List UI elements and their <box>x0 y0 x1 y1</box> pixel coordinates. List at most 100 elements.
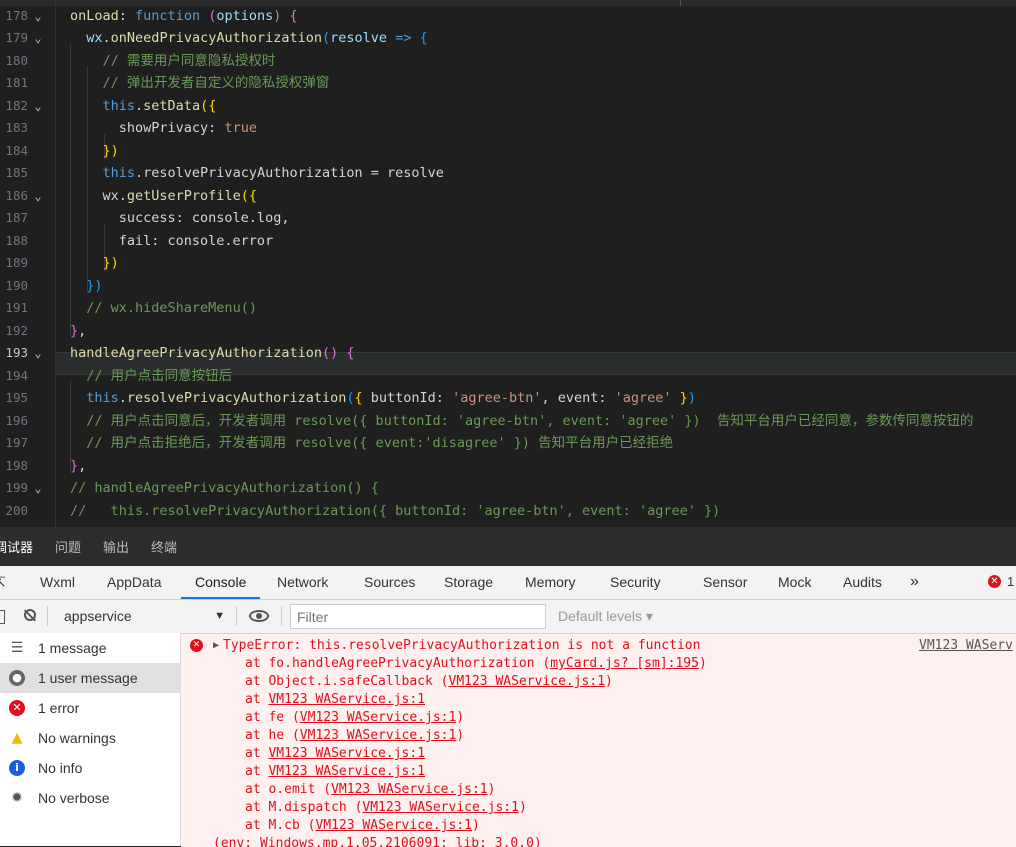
code-line[interactable]: this.setData({ <box>70 95 1016 118</box>
devtools-left-arrow-icon[interactable]: ⇱ <box>0 566 6 598</box>
tab-wxml[interactable]: Wxml <box>40 566 75 599</box>
stack-frame-link[interactable]: myCard.js? [sm]:195 <box>550 656 699 671</box>
code-line[interactable]: this.resolvePrivacyAuthorization = resol… <box>70 162 1016 185</box>
code-token: onNeedPrivacyAuthorization <box>110 30 322 46</box>
tab-sensor[interactable]: Sensor <box>703 566 747 599</box>
devtools-tabbar: ⇱ Wxml AppData Console Network Sources S… <box>0 566 1016 600</box>
sidebar-toggle-icon[interactable] <box>0 610 5 624</box>
stack-frame: at M.dispatch (VM123 WAService.js:1) <box>245 799 527 817</box>
tab-console[interactable]: Console <box>181 566 261 599</box>
code-line[interactable]: fail: console.error <box>70 230 1016 253</box>
code-line[interactable]: // 用户点击同意按钮后 <box>70 365 1016 388</box>
code-token: , event: <box>541 390 615 406</box>
fold-chevron-icon[interactable]: ⌄ <box>30 477 46 500</box>
fold-chevron-icon[interactable]: ⌄ <box>30 185 46 208</box>
stack-frame-link[interactable]: VM123 WAService.js:1 <box>268 764 425 779</box>
code-editor[interactable]: 177 */178⌄onLoad: function (options) {17… <box>0 0 1016 527</box>
more-tabs-button[interactable]: » <box>910 566 919 599</box>
code-line[interactable]: // 用户点击同意后，开发者调用 resolve({ buttonId: 'ag… <box>70 410 1016 433</box>
error-message[interactable]: TypeError: this.resolvePrivacyAuthorizat… <box>223 637 700 655</box>
code-line[interactable]: }) <box>70 275 1016 298</box>
code-line[interactable]: onLoad: function (options) { <box>70 5 1016 28</box>
stack-frame-end: ) <box>472 818 480 833</box>
sidebar-item-error[interactable]: ✕ 1 error <box>0 693 180 723</box>
tab-appdata[interactable]: AppData <box>107 566 161 599</box>
code-line[interactable]: success: console.log, <box>70 207 1016 230</box>
code-line[interactable]: this.resolvePrivacyAuthorization({ butto… <box>70 387 1016 410</box>
stack-frame-link[interactable]: VM123 WAService.js:1 <box>300 728 457 743</box>
code-token: 'agree' <box>614 390 672 406</box>
stack-frame-link[interactable]: VM123 WAService.js:1 <box>268 692 425 707</box>
code-line[interactable]: }, <box>70 320 1016 343</box>
tab-output[interactable]: 输出 <box>91 537 139 556</box>
code-line[interactable]: showPrivacy: true <box>70 117 1016 140</box>
tab-security[interactable]: Security <box>610 566 661 599</box>
code-line[interactable]: // 用户点击拒绝后，开发者调用 resolve({ event:'disagr… <box>70 432 1016 455</box>
fold-chevron-icon[interactable]: ⌄ <box>30 342 46 365</box>
code-line[interactable]: // 需要用户同意隐私授权时 <box>70 50 1016 73</box>
devtools-panel: ⇱ Wxml AppData Console Network Sources S… <box>0 566 1016 847</box>
log-levels-select[interactable]: Default levels ▾ <box>558 600 653 633</box>
sidebar-item-user[interactable]: ● 1 user message <box>0 663 180 693</box>
code-token: getUserProfile <box>126 187 241 204</box>
stack-frame-end: ) <box>698 656 707 671</box>
code-token: wx. <box>70 187 127 204</box>
sidebar-item-label: No info <box>38 760 83 776</box>
stack-frame-link[interactable]: VM123 WAService.js:1 <box>315 818 472 833</box>
code-line[interactable]: // handleAgreePrivacyAuthorization() { <box>70 477 1016 500</box>
tab-problems[interactable]: 问题 <box>43 537 91 556</box>
tab-terminal[interactable]: 终端 <box>139 537 187 556</box>
tab-storage[interactable]: Storage <box>444 566 493 599</box>
sidebar-item-warning[interactable]: ▲ No warnings <box>0 723 180 753</box>
error-count[interactable]: 1 <box>1007 566 1014 598</box>
code-line[interactable]: handleAgreePrivacyAuthorization() { <box>70 342 1016 365</box>
stack-frame-link[interactable]: VM123 WAService.js:1 <box>300 710 457 725</box>
line-number: 192 <box>5 322 28 338</box>
code-line[interactable]: // wx.hideShareMenu() <box>70 297 1016 320</box>
bottom-panel-tabs: 调试器 问题 输出 终端 <box>0 527 1016 566</box>
tab-sources[interactable]: Sources <box>364 566 415 599</box>
stack-frame-text: at <box>245 692 269 707</box>
line-number: 194 <box>5 367 28 383</box>
tab-network[interactable]: Network <box>277 566 328 599</box>
stack-frame-link[interactable]: VM123 WAService.js:1 <box>362 800 519 815</box>
error-source-link[interactable]: VM123 WAServ <box>919 637 1013 655</box>
code-line[interactable]: }) <box>70 252 1016 275</box>
code-line[interactable]: // 弹出开发者自定义的隐私授权弹窗 <box>70 72 1016 95</box>
line-number: 179 <box>5 30 28 45</box>
sidebar-item-list[interactable]: ☰ 1 message <box>0 633 180 663</box>
stack-frame-link[interactable]: VM123 WAService.js:1 <box>331 782 488 797</box>
tab-memory[interactable]: Memory <box>525 566 576 599</box>
filter-input[interactable] <box>290 604 546 629</box>
context-select[interactable]: appservice ▼ <box>64 600 229 633</box>
error-icon: ✕ <box>190 639 203 652</box>
tab-mock[interactable]: Mock <box>778 566 811 599</box>
code-token: => <box>395 30 412 46</box>
code-line[interactable]: }) <box>70 140 1016 163</box>
tab-debugger[interactable]: 调试器 <box>0 537 43 556</box>
stack-frame-link[interactable]: VM123 WAService.js:1 <box>449 674 606 689</box>
fold-chevron-icon[interactable]: ⌄ <box>30 27 46 50</box>
stack-frame-link[interactable]: VM123 WAService.js:1 <box>268 746 425 761</box>
code-line[interactable]: // this.resolvePrivacyAuthorization({ bu… <box>70 500 1016 523</box>
code-token: 告知平台用户已经拒绝 <box>538 435 674 451</box>
sidebar-item-info[interactable]: i No info <box>0 753 180 783</box>
fold-chevron-icon[interactable]: ⌄ <box>30 5 46 28</box>
tab-audits[interactable]: Audits <box>843 566 882 599</box>
stack-frame: at he (VM123 WAService.js:1) <box>245 727 464 745</box>
sidebar-item-bug[interactable]: ✹ No verbose <box>0 783 180 813</box>
code-line[interactable]: wx.onNeedPrivacyAuthorization(resolve =>… <box>70 27 1016 50</box>
expand-triangle-icon[interactable]: ▶ <box>213 637 219 655</box>
code-line[interactable]: }, <box>70 455 1016 478</box>
code-token: // this.resolvePrivacyAuthorization({ bu… <box>70 502 721 519</box>
code-line[interactable]: wx.getUserProfile({ <box>70 185 1016 208</box>
fold-chevron-icon[interactable]: ⌄ <box>30 95 46 118</box>
